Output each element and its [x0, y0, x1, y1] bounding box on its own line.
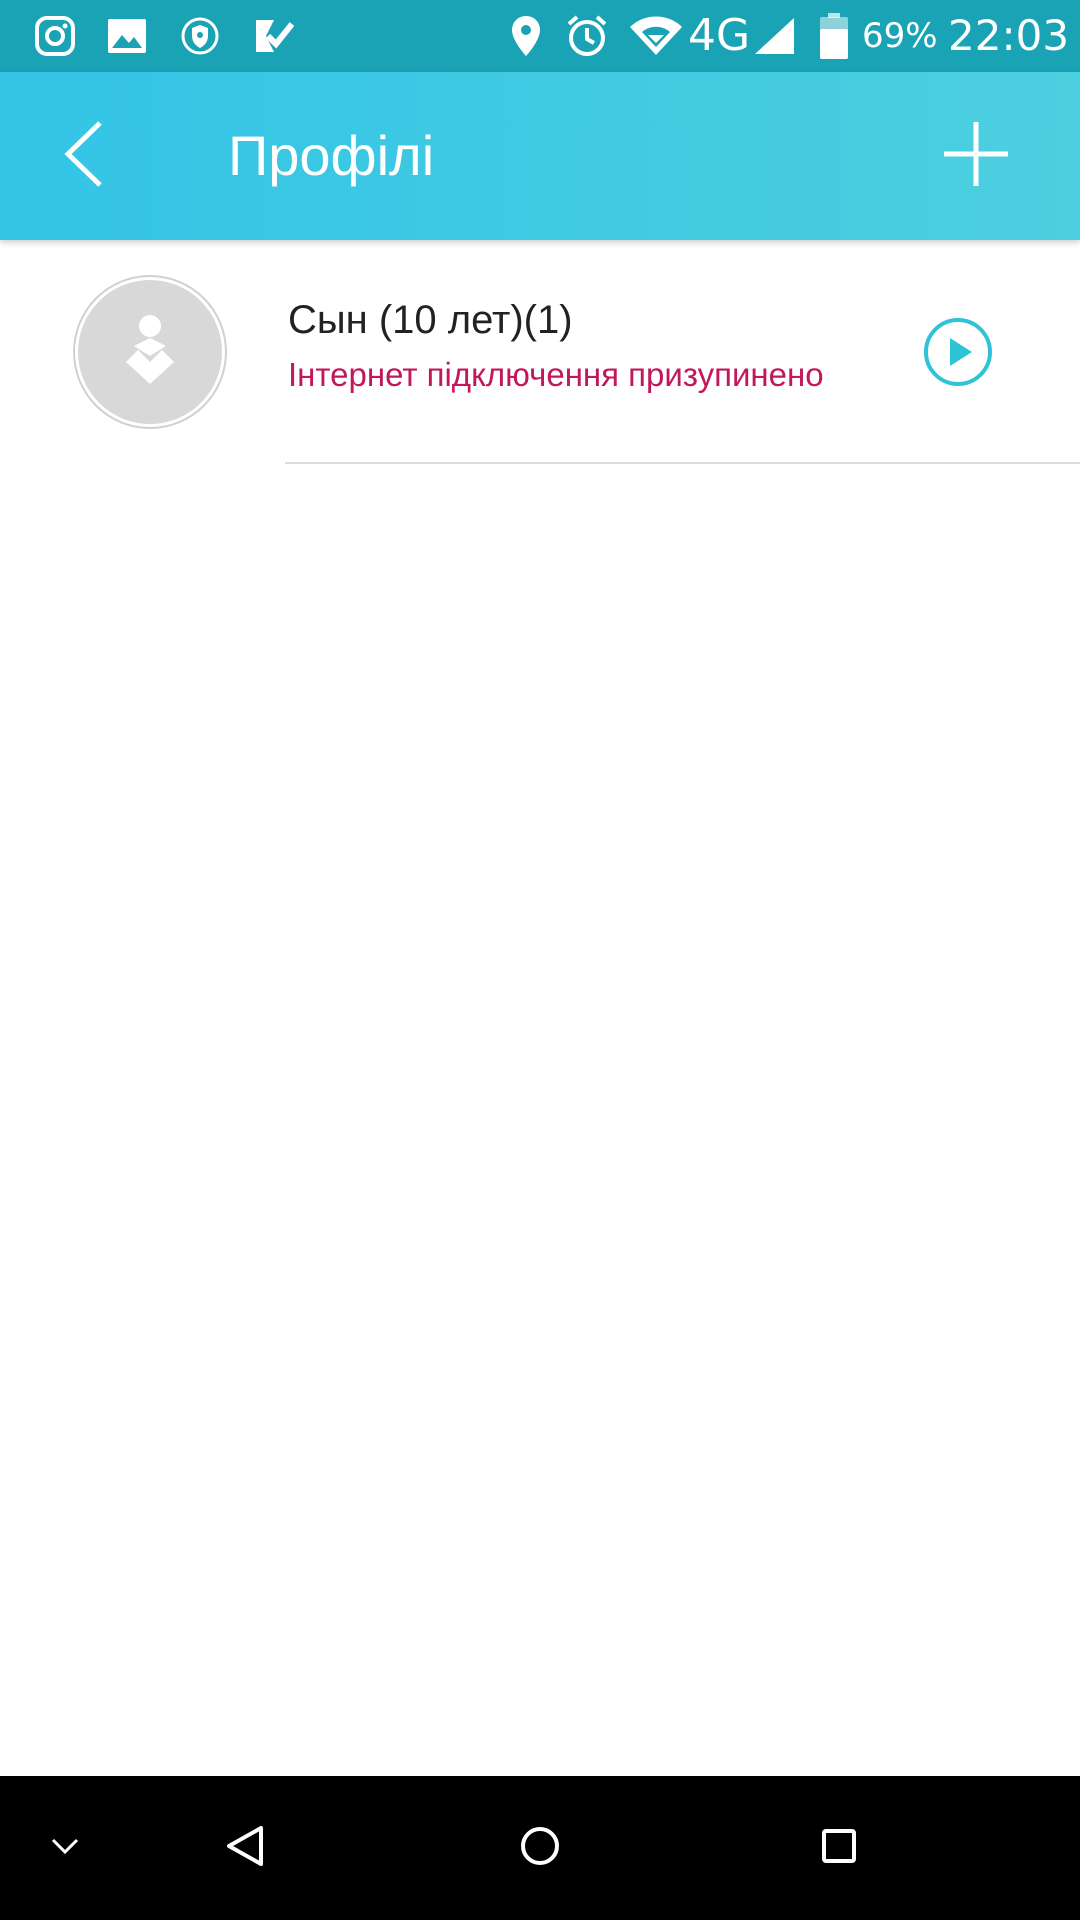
instagram-icon	[30, 0, 80, 72]
child-profile-icon	[112, 312, 188, 392]
page-title: Профілі	[228, 124, 435, 187]
recents-square-icon	[819, 1826, 859, 1870]
back-button[interactable]	[44, 116, 124, 196]
clock: 22:03	[948, 11, 1070, 60]
tasks-icon	[248, 0, 298, 72]
vpn-shield-icon	[175, 0, 225, 72]
back-triangle-icon	[225, 1824, 265, 1872]
nav-back-button[interactable]	[210, 1776, 280, 1920]
signal-icon	[752, 0, 796, 72]
plus-icon	[942, 120, 1010, 192]
nav-home-button[interactable]	[505, 1776, 575, 1920]
play-icon	[922, 316, 994, 392]
profile-status: Інтернет підключення призупинено	[288, 356, 824, 393]
status-bar: 4G 69% 22:03	[0, 0, 1080, 72]
battery-icon	[816, 0, 852, 72]
network-type: 4G	[688, 10, 751, 61]
gallery-icon	[102, 0, 152, 72]
wifi-icon	[628, 0, 684, 72]
add-profile-button[interactable]	[936, 116, 1016, 196]
home-circle-icon	[518, 1824, 562, 1872]
profile-list-item[interactable]: Сын (10 лет)(1) Інтернет підключення при…	[0, 240, 1080, 464]
resume-internet-button[interactable]	[922, 318, 994, 390]
app-bar: Профілі	[0, 72, 1080, 240]
chevron-left-icon	[62, 119, 106, 193]
nav-recents-button[interactable]	[804, 1776, 874, 1920]
profile-name: Сын (10 лет)(1)	[288, 298, 573, 342]
chevron-down-icon	[50, 1836, 80, 1860]
location-icon	[508, 0, 544, 72]
alarm-icon	[563, 0, 611, 72]
battery-percent: 69%	[862, 16, 938, 56]
navigation-bar	[0, 1776, 1080, 1920]
divider	[285, 462, 1080, 464]
hide-navbar-button[interactable]	[30, 1776, 100, 1920]
avatar	[75, 277, 225, 427]
